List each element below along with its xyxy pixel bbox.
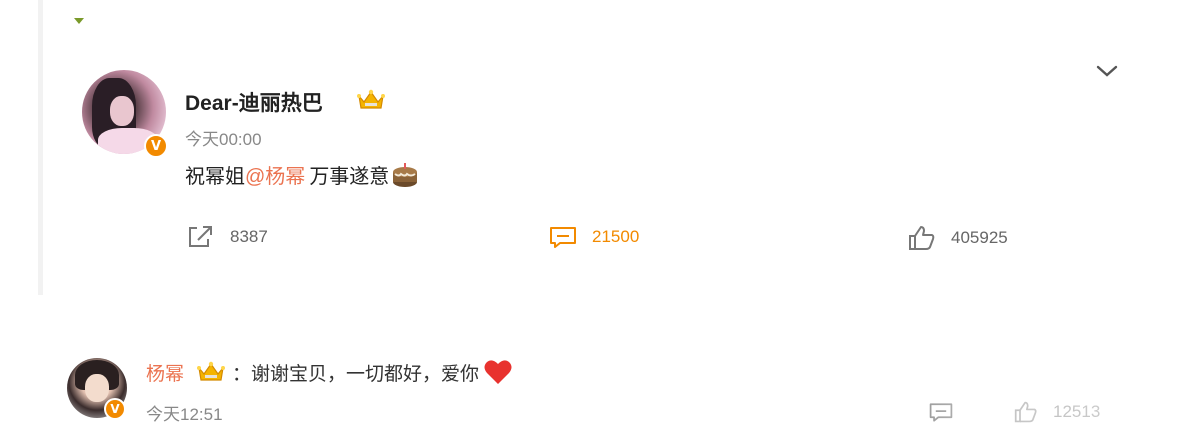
reply-like-button[interactable]: 12513 (1013, 400, 1100, 424)
comment-icon (550, 227, 576, 248)
weibo-post: V Dear-迪丽热巴 今天00:00 祝幂姐 @杨幂 万事遂意 8387 21… (0, 0, 1186, 300)
chevron-down-icon[interactable] (1094, 62, 1120, 80)
verified-badge-icon: V (144, 134, 168, 158)
reply-like-count: 12513 (1053, 402, 1101, 421)
reply-verified-badge-icon: V (104, 398, 126, 420)
thumbs-up-icon (1014, 401, 1037, 423)
crown-icon (197, 361, 226, 381)
reply-text: ：谢谢宝贝，一切都好，爱你 (232, 363, 480, 385)
post-timestamp: 今天00:00 (185, 130, 262, 149)
post-text-prefix: 祝幂姐 (185, 166, 245, 188)
post-content: 祝幂姐 @杨幂 万事遂意 (185, 160, 419, 189)
repost-button[interactable]: 8387 (186, 224, 268, 250)
post-text-suffix: 万事遂意 (309, 166, 390, 188)
post-username[interactable]: Dear-迪丽热巴 (185, 87, 323, 117)
reply-line: 杨幂 ：谢谢宝贝，一切都好，爱你 (146, 358, 513, 386)
crown-icon (357, 89, 385, 109)
like-button[interactable]: 405925 (907, 224, 1008, 252)
reply-comment-button[interactable] (928, 400, 968, 424)
reply-timestamp: 今天12:51 (146, 405, 223, 424)
mention-link[interactable]: @杨幂 (245, 160, 305, 189)
like-count: 405925 (951, 228, 1008, 247)
thumbs-up-icon (909, 226, 935, 250)
heart-icon (484, 360, 512, 384)
reply-username[interactable]: 杨幂 (146, 359, 184, 386)
comment-count: 21500 (592, 227, 640, 246)
comment-button[interactable]: 21500 (548, 224, 639, 250)
repost-icon (189, 226, 212, 247)
comment-icon (929, 403, 953, 422)
repost-count: 8387 (230, 227, 268, 246)
cake-icon (393, 162, 418, 187)
